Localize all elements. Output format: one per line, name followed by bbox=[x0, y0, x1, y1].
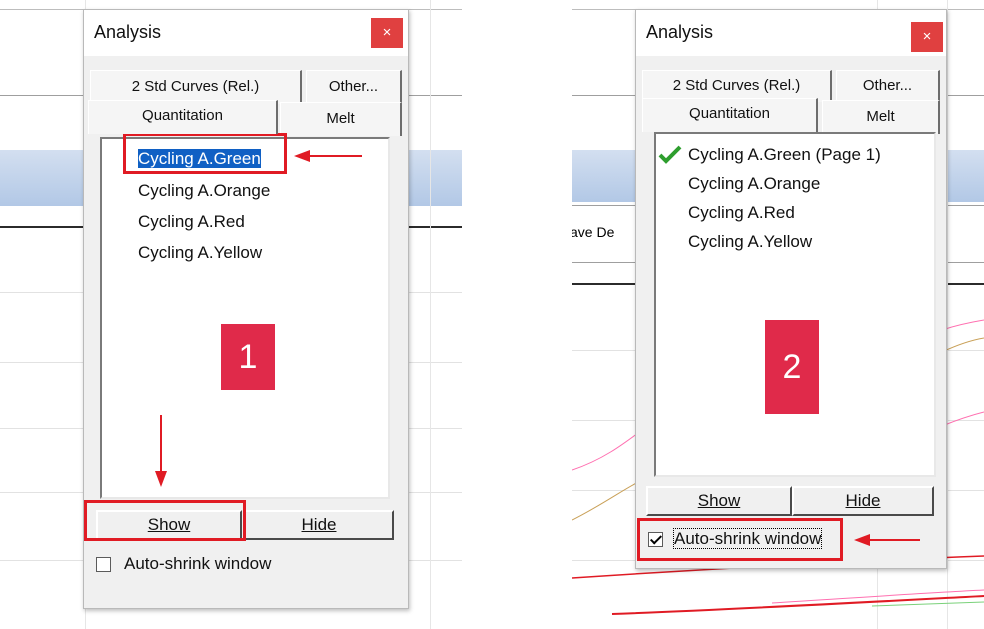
tab-label: Quantitation bbox=[689, 105, 770, 122]
right-screenshot-panel: ave De Analysis × 2 Std Curves (Rel.) Ot… bbox=[572, 0, 984, 629]
annotation-arrows bbox=[155, 150, 362, 487]
arrow-icon bbox=[854, 534, 920, 546]
arrow-icon bbox=[155, 415, 167, 487]
tab-quantitation[interactable]: Quantitation bbox=[642, 98, 818, 132]
annotation-arrows bbox=[854, 534, 920, 546]
arrow-icon bbox=[294, 150, 362, 162]
tab-quantitation[interactable]: Quantitation bbox=[88, 100, 278, 134]
tab-label: Quantitation bbox=[142, 107, 223, 124]
left-screenshot-panel: Analysis × 2 Std Curves (Rel.) Other... … bbox=[0, 0, 462, 629]
